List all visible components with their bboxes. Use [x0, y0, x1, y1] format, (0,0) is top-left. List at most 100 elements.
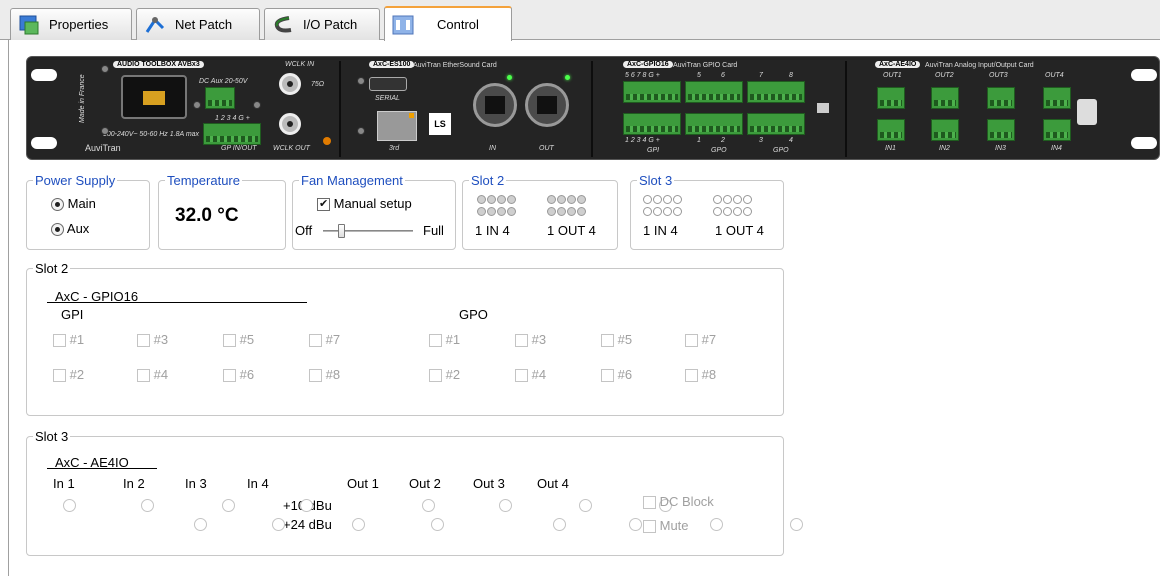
slot3-title: Slot 3: [33, 429, 71, 444]
gpi-heading: GPI: [61, 307, 84, 322]
gpo-6-checkbox[interactable]: #6: [601, 367, 632, 383]
card2-top-6: 6: [721, 72, 725, 79]
gpo-8-checkbox[interactable]: #8: [685, 367, 716, 383]
power-main-option[interactable]: Main: [51, 196, 96, 212]
port-led: [409, 113, 414, 118]
dc-aux-label: DC Aux 20-50V: [199, 78, 248, 85]
fan-slider-track[interactable]: [323, 230, 413, 232]
in-led: [487, 207, 496, 216]
gpio-terminal: [747, 113, 805, 135]
in4-24dbu-radio[interactable]: [430, 518, 444, 532]
gpi-2-checkbox[interactable]: #2: [53, 367, 84, 383]
card-name-underline: [47, 302, 307, 303]
card2-bottom-1: 1: [697, 137, 701, 144]
out-led: [713, 195, 722, 204]
out1-24dbu-radio[interactable]: [553, 518, 567, 532]
gpi-4-checkbox[interactable]: #4: [137, 367, 168, 383]
gpo-3-checkbox[interactable]: #3: [515, 332, 546, 348]
analog-in-terminal: [1043, 119, 1071, 141]
wclk-in-connector: [279, 73, 301, 95]
in1-10dbu-radio[interactable]: [63, 499, 76, 513]
card2-tag: AxC-GPIO16: [623, 61, 673, 68]
in-led: [643, 195, 652, 204]
tab-label: Properties: [49, 17, 109, 32]
gpi-1-checkbox[interactable]: #1: [53, 332, 84, 348]
link-led: [507, 75, 512, 80]
gpo-7-checkbox[interactable]: #7: [685, 332, 716, 348]
tab-label: Net Patch: [175, 17, 233, 32]
out3-10dbu-radio[interactable]: [579, 499, 593, 513]
gpo-1-checkbox[interactable]: #1: [429, 332, 460, 348]
in-led: [477, 195, 486, 204]
fan-slider-thumb[interactable]: [338, 224, 345, 238]
slot2-in-label: 1 IN 4: [475, 223, 510, 238]
gpo-4-checkbox[interactable]: #4: [515, 367, 546, 383]
gpi-7-checkbox[interactable]: #7: [309, 332, 340, 348]
slot3-out-label: 1 OUT 4: [715, 223, 764, 238]
manual-setup-check[interactable]: [317, 197, 330, 212]
screw: [101, 127, 109, 135]
power-inlet: [121, 75, 187, 119]
in1-24dbu-radio[interactable]: [193, 518, 207, 532]
in-led: [673, 195, 682, 204]
gpi-3-checkbox[interactable]: #3: [137, 332, 168, 348]
card3-in-label: IN4: [1051, 145, 1062, 152]
manual-setup-checkbox[interactable]: Manual setup: [317, 196, 412, 212]
gpo-label: GPO: [773, 147, 789, 154]
gpi-5-checkbox[interactable]: #5: [223, 332, 254, 348]
input-3-label: In 3: [185, 476, 207, 491]
analog-out-terminal: [987, 87, 1015, 109]
power-pins: [143, 91, 165, 105]
out4-24dbu-radio[interactable]: [790, 518, 804, 532]
radio-main[interactable]: [51, 198, 64, 212]
slot3-in-label: 1 IN 4: [643, 223, 678, 238]
tab-properties[interactable]: Properties: [10, 8, 132, 40]
dc-block-checkbox[interactable]: DC Block: [643, 494, 714, 510]
gpio-terminal: [685, 113, 743, 135]
card2-bottom-2: 2: [721, 137, 725, 144]
out-led: [547, 207, 556, 216]
out3-24dbu-radio[interactable]: [709, 518, 723, 532]
card2-top-8: 8: [789, 72, 793, 79]
in2-10dbu-radio[interactable]: [141, 499, 155, 513]
in-led: [497, 195, 506, 204]
out1-10dbu-radio[interactable]: [422, 499, 436, 513]
fan-management-group: Fan Management Manual setup Off Full: [292, 173, 456, 250]
analog-out-terminal: [1043, 87, 1071, 109]
tab-control[interactable]: Control: [384, 6, 512, 41]
in-led: [507, 207, 516, 216]
gpo-5-checkbox[interactable]: #5: [601, 332, 632, 348]
temperature-group: Temperature 32.0 °C: [158, 173, 286, 250]
gpo-2-checkbox[interactable]: #2: [429, 367, 460, 383]
card2-name: AuviTran GPIO Card: [673, 62, 738, 69]
out2-24dbu-radio[interactable]: [629, 518, 643, 532]
mute-checkbox[interactable]: Mute: [643, 518, 689, 534]
card3-out-label: OUT4: [1045, 72, 1064, 79]
power-supply-group: Power Supply Main Aux: [26, 173, 150, 250]
tab-net-patch[interactable]: Net Patch: [136, 8, 260, 40]
radio-aux[interactable]: [51, 223, 64, 237]
dc-aux-terminal: [205, 87, 235, 109]
out-led: [567, 195, 576, 204]
gpi-8-checkbox[interactable]: #8: [309, 367, 340, 383]
in3-10dbu-radio[interactable]: [221, 499, 235, 513]
in3-24dbu-radio[interactable]: [352, 518, 366, 532]
device-front-panel: AUDIO TOOLBOX AVBx3 DC Aux 20-50V WCLK I…: [26, 56, 1160, 160]
card-name-underline: [47, 468, 157, 469]
in-led: [477, 207, 486, 216]
in-led: [497, 207, 506, 216]
power-aux-option[interactable]: Aux: [51, 221, 89, 237]
out-led: [557, 195, 566, 204]
out-led: [733, 207, 742, 216]
slot-divider: [845, 61, 847, 157]
slot2-led-group: Slot 2 1 IN 4 1 OUT 4: [462, 173, 618, 250]
out2-10dbu-radio[interactable]: [498, 499, 512, 513]
out-led: [567, 207, 576, 216]
tab-io-patch[interactable]: I/O Patch: [264, 8, 380, 40]
output-1-label: Out 1: [347, 476, 379, 491]
rack-ear-hole: [1131, 137, 1157, 149]
slot2-led-title: Slot 2: [469, 173, 507, 188]
gpi-6-checkbox[interactable]: #6: [223, 367, 254, 383]
gpio-terminal: [685, 81, 743, 103]
slot3-led-group: Slot 3 1 IN 4 1 OUT 4: [630, 173, 784, 250]
